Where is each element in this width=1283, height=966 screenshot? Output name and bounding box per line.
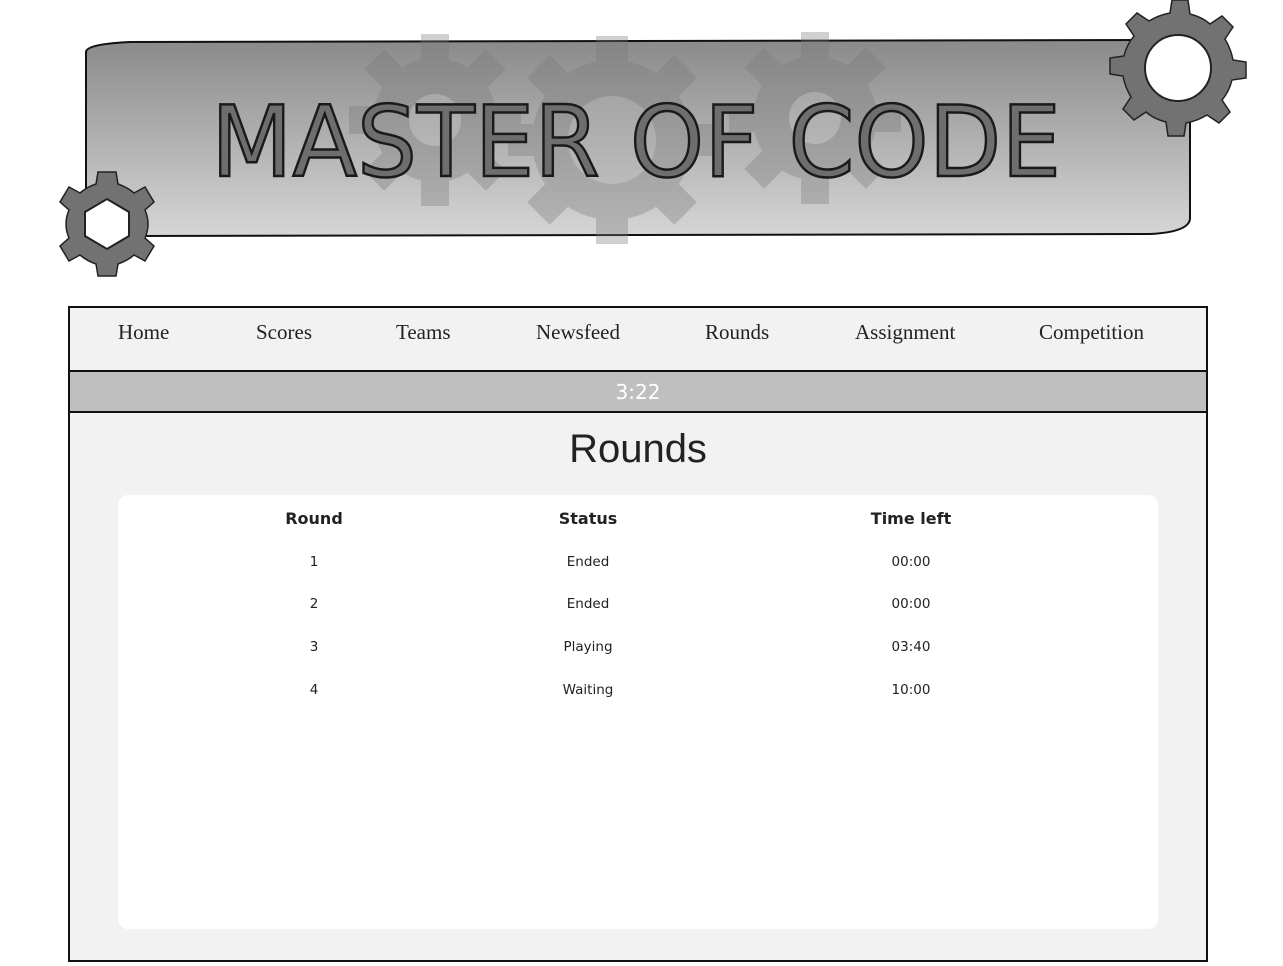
nav-item-rounds[interactable]: Rounds [705,320,769,345]
column-header-round: Round [285,509,343,528]
page: MASTER OF CODE Home Scores Teams Newsfee… [0,0,1283,966]
column-header-time-left: Time left [870,509,952,528]
round-status: Ended [566,596,610,612]
countdown-timer: 3:22 [70,372,1206,413]
nav-item-assignment[interactable]: Assignment [855,320,955,345]
round-status: Waiting [562,682,614,698]
nav-item-teams[interactable]: Teams [396,320,451,345]
site-banner: MASTER OF CODE [0,0,1283,290]
round-time-left: 00:00 [891,554,931,570]
main-nav: Home Scores Teams Newsfeed Rounds Assign… [70,308,1206,372]
banner-title: MASTER OF CODE [211,86,1061,200]
nav-item-home[interactable]: Home [118,320,169,345]
round-number: 4 [309,682,319,698]
content-area: Rounds Round Status Time left 1 Ended 00… [70,413,1206,960]
round-number: 1 [309,554,319,570]
round-status: Playing [563,639,613,655]
round-number: 3 [309,639,319,655]
round-time-left: 10:00 [891,682,931,698]
rounds-card: Round Status Time left 1 Ended 00:00 2 E… [118,495,1158,929]
column-header-status: Status [558,509,618,528]
timer-value: 3:22 [615,380,661,404]
page-title: Rounds [569,427,707,471]
nav-item-competition[interactable]: Competition [1039,320,1144,345]
gear-icon [1109,0,1247,137]
round-time-left: 00:00 [891,596,931,612]
banner-graphic: MASTER OF CODE [59,0,1247,277]
round-time-left: 03:40 [891,639,931,655]
round-number: 2 [309,596,319,612]
nav-item-newsfeed[interactable]: Newsfeed [536,320,620,345]
nav-item-scores[interactable]: Scores [256,320,312,345]
main-frame: Home Scores Teams Newsfeed Rounds Assign… [68,306,1208,962]
round-status: Ended [566,554,610,570]
